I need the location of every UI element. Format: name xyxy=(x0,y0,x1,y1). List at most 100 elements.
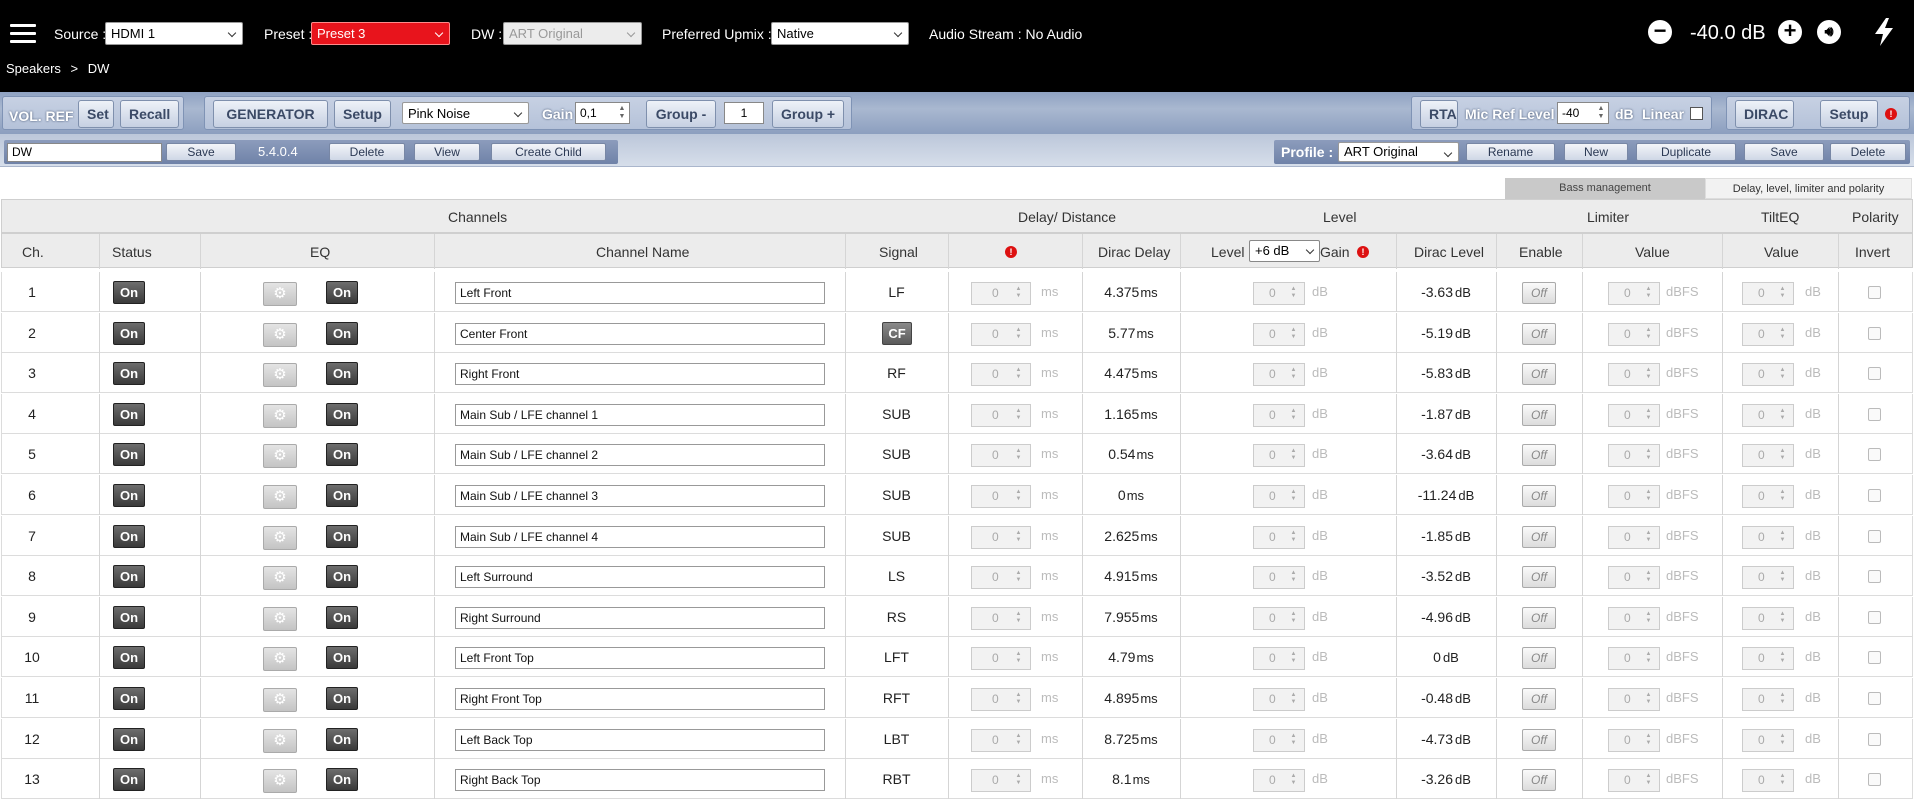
eq-on-button[interactable]: On xyxy=(326,322,358,345)
limiter-spinner-icon[interactable]: ▲ ▼ xyxy=(1644,651,1653,666)
dw-delete-button[interactable]: Delete xyxy=(329,143,405,161)
eq-on-button[interactable]: On xyxy=(326,768,358,791)
limiter-spinner-icon[interactable]: ▲ ▼ xyxy=(1644,327,1653,342)
channel-name-input[interactable]: Main Sub / LFE channel 2 xyxy=(455,444,825,466)
gain-input[interactable]: 0 ▲ ▼ xyxy=(1253,769,1305,792)
gear-icon[interactable]: ⚙ xyxy=(263,404,297,428)
linear-checkbox[interactable] xyxy=(1690,107,1703,120)
gain-spinner-icon[interactable]: ▲ ▼ xyxy=(1289,773,1298,788)
limiter-enable-off-button[interactable]: Off xyxy=(1522,566,1556,588)
limiter-value-input[interactable]: 0 ▲ ▼ xyxy=(1608,607,1660,630)
delay-input[interactable]: 0 ▲ ▼ xyxy=(971,647,1031,670)
invert-checkbox[interactable] xyxy=(1868,692,1881,705)
limiter-enable-off-button[interactable]: Off xyxy=(1522,688,1556,710)
limiter-enable-off-button[interactable]: Off xyxy=(1522,282,1556,304)
limiter-value-input[interactable]: 0 ▲ ▼ xyxy=(1608,363,1660,386)
eq-on-button[interactable]: On xyxy=(326,443,358,466)
invert-checkbox[interactable] xyxy=(1868,448,1881,461)
gain-input[interactable]: 0 ▲ ▼ xyxy=(1253,485,1305,508)
invert-checkbox[interactable] xyxy=(1868,286,1881,299)
delay-spinner-icon[interactable]: ▲ ▼ xyxy=(1014,327,1023,342)
limiter-value-input[interactable]: 0 ▲ ▼ xyxy=(1608,769,1660,792)
tab-delay-level-limiter-polarity[interactable]: Delay, level, limiter and polarity xyxy=(1705,178,1912,199)
gain-spinner-icon[interactable]: ▲ ▼ xyxy=(1289,530,1298,545)
upmix-select[interactable]: Native xyxy=(771,22,909,45)
tilt-spinner-icon[interactable]: ▲ ▼ xyxy=(1778,327,1787,342)
status-on-button[interactable]: On xyxy=(113,362,145,385)
dirac-button[interactable]: DIRAC xyxy=(1735,100,1794,128)
gain-spinner-icon[interactable]: ▲ ▼ xyxy=(1289,692,1298,707)
limiter-spinner-icon[interactable]: ▲ ▼ xyxy=(1644,692,1653,707)
tilt-spinner-icon[interactable]: ▲ ▼ xyxy=(1778,611,1787,626)
status-on-button[interactable]: On xyxy=(113,322,145,345)
gain-input[interactable]: 0 ▲ ▼ xyxy=(1253,363,1305,386)
limiter-spinner-icon[interactable]: ▲ ▼ xyxy=(1644,367,1653,382)
profile-duplicate-button[interactable]: Duplicate xyxy=(1636,143,1736,161)
gear-icon[interactable]: ⚙ xyxy=(263,729,297,753)
limiter-value-input[interactable]: 0 ▲ ▼ xyxy=(1608,729,1660,752)
status-on-button[interactable]: On xyxy=(113,728,145,751)
source-select[interactable]: HDMI 1 xyxy=(105,22,243,45)
delay-spinner-icon[interactable]: ▲ ▼ xyxy=(1014,367,1023,382)
invert-checkbox[interactable] xyxy=(1868,733,1881,746)
gain-input[interactable]: 0,1 ▲ ▼ xyxy=(575,102,630,124)
eq-on-button[interactable]: On xyxy=(326,403,358,426)
channel-name-input[interactable]: Main Sub / LFE channel 3 xyxy=(455,485,825,507)
limiter-enable-off-button[interactable]: Off xyxy=(1522,647,1556,669)
gain-spinner-icon[interactable]: ▲ ▼ xyxy=(1289,408,1298,423)
group-plus-button[interactable]: Group + xyxy=(772,100,844,128)
gear-icon[interactable]: ⚙ xyxy=(263,688,297,712)
limiter-value-input[interactable]: 0 ▲ ▼ xyxy=(1608,444,1660,467)
delay-spinner-icon[interactable]: ▲ ▼ xyxy=(1014,489,1023,504)
status-on-button[interactable]: On xyxy=(113,687,145,710)
channel-name-input[interactable]: Right Front xyxy=(455,363,825,385)
tilt-value-input[interactable]: 0 ▲ ▼ xyxy=(1742,323,1794,346)
channel-name-input[interactable]: Left Back Top xyxy=(455,729,825,751)
gain-input[interactable]: 0 ▲ ▼ xyxy=(1253,607,1305,630)
limiter-value-input[interactable]: 0 ▲ ▼ xyxy=(1608,485,1660,508)
limiter-spinner-icon[interactable]: ▲ ▼ xyxy=(1644,570,1653,585)
tilt-value-input[interactable]: 0 ▲ ▼ xyxy=(1742,566,1794,589)
dw-name-input[interactable]: DW xyxy=(7,143,162,162)
status-on-button[interactable]: On xyxy=(113,403,145,426)
dw-save-button[interactable]: Save xyxy=(166,143,236,161)
profile-delete-button[interactable]: Delete xyxy=(1830,143,1906,161)
delay-spinner-icon[interactable]: ▲ ▼ xyxy=(1014,733,1023,748)
gain-input[interactable]: 0 ▲ ▼ xyxy=(1253,444,1305,467)
gain-spinner-icon[interactable]: ▲ ▼ xyxy=(1289,286,1298,301)
limiter-spinner-icon[interactable]: ▲ ▼ xyxy=(1644,286,1653,301)
delay-input[interactable]: 0 ▲ ▼ xyxy=(971,607,1031,630)
limiter-spinner-icon[interactable]: ▲ ▼ xyxy=(1644,408,1653,423)
delay-spinner-icon[interactable]: ▲ ▼ xyxy=(1014,448,1023,463)
tilt-spinner-icon[interactable]: ▲ ▼ xyxy=(1778,367,1787,382)
noise-select[interactable]: Pink Noise xyxy=(402,102,529,124)
generator-setup-button[interactable]: Setup xyxy=(334,100,391,128)
preset-select[interactable]: Preset 3 xyxy=(311,22,450,45)
limiter-enable-off-button[interactable]: Off xyxy=(1522,729,1556,751)
gear-icon[interactable]: ⚙ xyxy=(263,282,297,306)
tilt-spinner-icon[interactable]: ▲ ▼ xyxy=(1778,408,1787,423)
tilt-spinner-icon[interactable]: ▲ ▼ xyxy=(1778,489,1787,504)
limiter-spinner-icon[interactable]: ▲ ▼ xyxy=(1644,611,1653,626)
status-on-button[interactable]: On xyxy=(113,443,145,466)
tilt-value-input[interactable]: 0 ▲ ▼ xyxy=(1742,688,1794,711)
limiter-enable-off-button[interactable]: Off xyxy=(1522,444,1556,466)
gain-input[interactable]: 0 ▲ ▼ xyxy=(1253,566,1305,589)
gain-spinner-icon[interactable]: ▲ ▼ xyxy=(1289,448,1298,463)
mic-ref-input[interactable]: -40 ▲ ▼ xyxy=(1557,102,1609,124)
tilt-spinner-icon[interactable]: ▲ ▼ xyxy=(1778,570,1787,585)
eq-on-button[interactable]: On xyxy=(326,565,358,588)
channel-name-input[interactable]: Right Surround xyxy=(455,607,825,629)
delay-spinner-icon[interactable]: ▲ ▼ xyxy=(1014,611,1023,626)
channel-name-input[interactable]: Left Surround xyxy=(455,566,825,588)
status-on-button[interactable]: On xyxy=(113,768,145,791)
tilt-value-input[interactable]: 0 ▲ ▼ xyxy=(1742,363,1794,386)
eq-on-button[interactable]: On xyxy=(326,362,358,385)
dw-select[interactable]: ART Original xyxy=(503,22,642,45)
status-on-button[interactable]: On xyxy=(113,484,145,507)
delay-input[interactable]: 0 ▲ ▼ xyxy=(971,729,1031,752)
generator-button[interactable]: GENERATOR xyxy=(213,100,328,128)
gain-spinner-icon[interactable]: ▲ ▼ xyxy=(1289,489,1298,504)
dirac-setup-button[interactable]: Setup xyxy=(1820,100,1878,128)
tilt-value-input[interactable]: 0 ▲ ▼ xyxy=(1742,526,1794,549)
